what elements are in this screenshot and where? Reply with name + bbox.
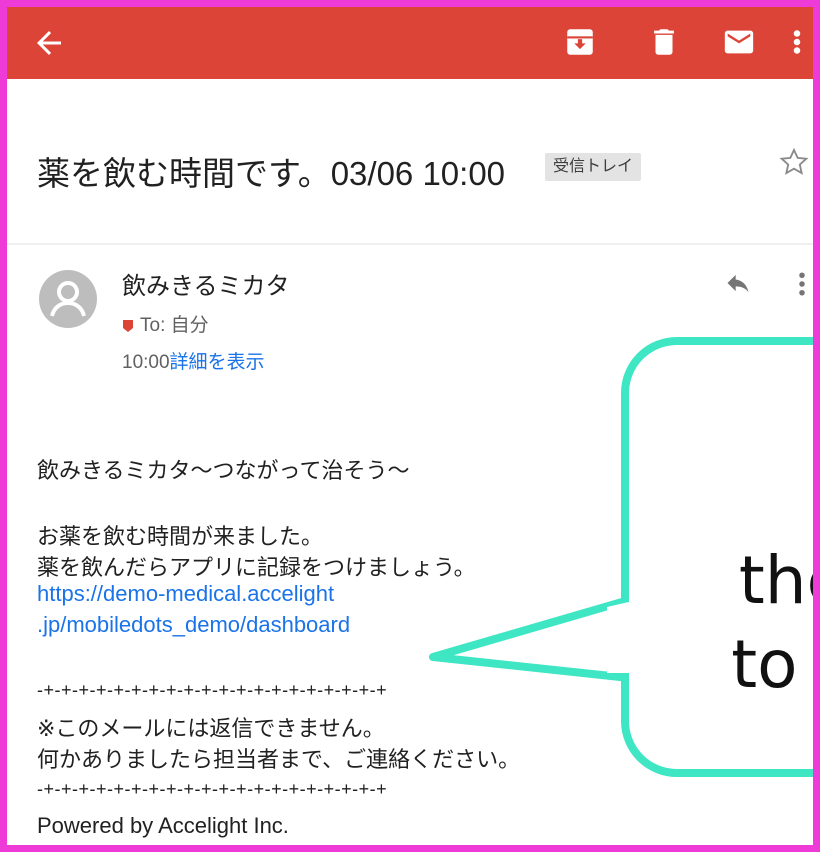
callout-pointer-mask [607, 601, 633, 673]
screenshot-frame: 薬を飲む時間です。03/06 10:00 受信トレイ 飲みきるミカタ To: 自… [0, 0, 820, 852]
callout-text-line-2: the [738, 542, 813, 619]
callout-text-line-3: to c [731, 626, 813, 703]
callout-text-line-1: W [737, 455, 813, 539]
